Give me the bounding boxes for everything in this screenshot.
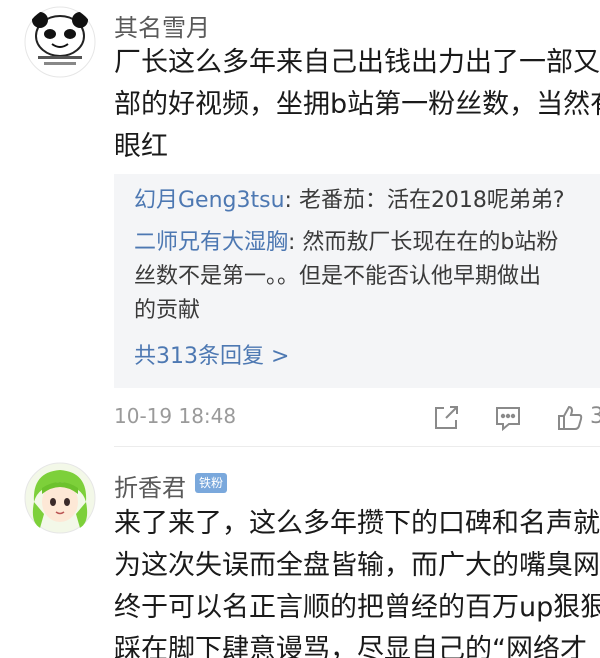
fan-badge: 铁粉 xyxy=(195,473,228,493)
avatar[interactable] xyxy=(24,462,96,534)
reply-preview-box[interactable]: 幻月Geng3tsu: 老番茄：活在2018呢弟弟? 二师兄有大湿胸: 然而敖厂… xyxy=(114,174,600,388)
reply-text-continued: 的贡献 xyxy=(134,298,201,323)
reply-username[interactable]: 幻月Geng3tsu xyxy=(134,188,285,213)
like-count: 3 xyxy=(590,404,600,429)
reply-username[interactable]: 二师兄有大湿胸 xyxy=(134,230,288,255)
panda-meme-icon xyxy=(24,6,96,78)
comment-line: 踩在脚下肆意谩骂，尽显自己的“网络才 xyxy=(114,634,587,658)
comment-line: 来了来了，这么多年攒下的口碑和名声就因 xyxy=(114,508,600,539)
comment-icon[interactable] xyxy=(494,404,522,432)
share-icon[interactable] xyxy=(432,404,460,432)
comment-divider xyxy=(114,446,600,447)
thumbs-up-icon[interactable] xyxy=(556,404,584,432)
comment-line: 为这次失误而全盘皆输，而广大的嘴臭网友 xyxy=(114,550,600,581)
comment-line: 眼红 xyxy=(114,131,168,162)
anime-girl-icon xyxy=(24,462,96,534)
reply-text: 然而敖厂长现在在的b站粉 xyxy=(302,230,559,255)
reply-item: 幻月Geng3tsu: 老番茄：活在2018呢弟弟? xyxy=(134,184,565,218)
comment-text: 厂长这么多年来自己出钱出力出了一部又一 部的好视频，坐拥b站第一粉丝数，当然有 … xyxy=(114,42,600,168)
comment-username[interactable]: 折香君 xyxy=(114,468,186,503)
avatar[interactable] xyxy=(24,6,96,78)
reply-text: 老番茄：活在2018呢弟弟? xyxy=(298,188,565,213)
comment-feed: 其名雪月 厂长这么多年来自己出钱出力出了一部又一 部的好视频，坐拥b站第一粉丝数… xyxy=(0,0,600,658)
comment-username[interactable]: 其名雪月 xyxy=(114,8,210,43)
comment-line: 厂长这么多年来自己出钱出力出了一部又一 xyxy=(114,47,600,78)
reply-separator: : xyxy=(284,188,299,213)
reply-item: 二师兄有大湿胸: 然而敖厂长现在在的b站粉 xyxy=(134,226,558,260)
comment-text: 来了来了，这么多年攒下的口碑和名声就因 为这次失误而全盘皆输，而广大的嘴臭网友 … xyxy=(114,503,600,658)
view-all-replies-link[interactable]: 共313条回复 > xyxy=(134,340,289,374)
comment-line: 终于可以名正言顺的把曾经的百万up狠狠的 xyxy=(114,592,600,623)
reply-separator: : xyxy=(288,230,303,255)
reply-text-continued: 丝数不是第一。。但是不能否认他早期做出 xyxy=(134,264,542,289)
comment-timestamp: 10-19 18:48 xyxy=(114,404,237,428)
comment-line: 部的好视频，坐拥b站第一粉丝数，当然有 xyxy=(114,89,600,120)
